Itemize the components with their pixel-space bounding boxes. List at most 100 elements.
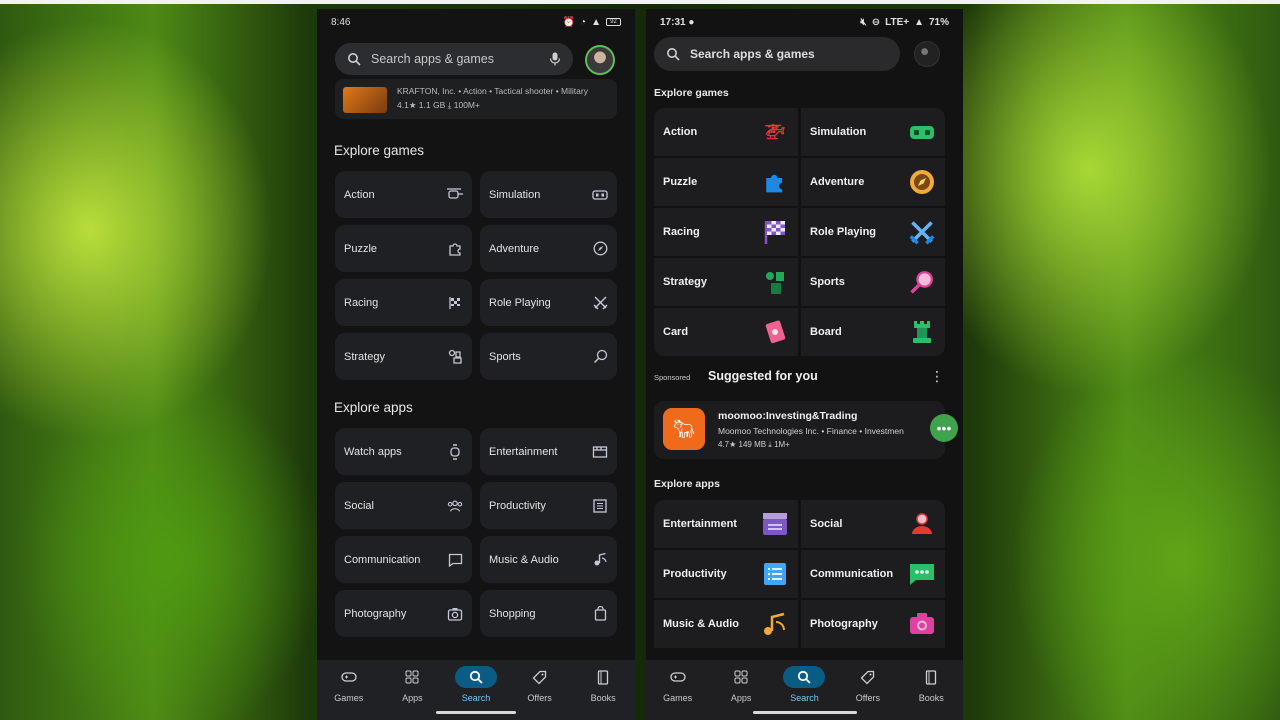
left-phone-screen: 8:46 ⏰ ◔ ▲ 92 Search apps & games KRAFTO… [317,9,635,720]
category-label: Role Playing [489,296,551,309]
more-button[interactable]: ••• [930,414,958,442]
nav-apps[interactable]: Apps [384,666,440,703]
avatar[interactable] [914,41,940,67]
nav-label: Books [918,693,944,703]
game-category-role-playing[interactable]: Role Playing [480,279,617,326]
app-category-watch-apps[interactable]: Watch apps [335,428,472,475]
game-category-racing[interactable]: Racing [654,208,798,256]
game-category-puzzle[interactable]: Puzzle [335,225,472,272]
game-category-strategy[interactable]: Strategy [335,333,472,380]
app-category-entertainment[interactable]: Entertainment [480,428,617,475]
app-category-entertainment[interactable]: Entertainment [654,500,798,548]
game-category-puzzle[interactable]: Puzzle [654,158,798,206]
game-category-simulation[interactable]: Simulation [801,108,945,156]
category-label: Action [344,188,375,201]
category-label: Music & Audio [663,618,739,630]
game-category-sports[interactable]: Sports [480,333,617,380]
chat-bubble-icon [447,552,463,568]
game-category-card[interactable]: Card [654,308,798,356]
suggested-app-meta: 4.7★ 149 MB ⤓ 1M+ [718,440,790,449]
game-category-sports[interactable]: Sports [801,258,945,306]
app-category-social[interactable]: Social [335,482,472,529]
nav-search[interactable]: Search [448,666,504,703]
mute-icon: 🔇︎ [860,16,867,28]
category-label: Entertainment [663,518,737,530]
book-icon [910,666,952,688]
app-category-communication[interactable]: Communication [801,550,945,598]
signal-icon: ▲ [914,16,924,28]
category-label: Puzzle [663,176,698,188]
home-indicator[interactable] [436,711,516,714]
home-indicator[interactable] [752,711,857,714]
game-category-action[interactable]: Action [335,171,472,218]
category-label: Photography [344,607,407,620]
app-category-social[interactable]: Social [801,500,945,548]
game-category-simulation[interactable]: Simulation [480,171,617,218]
category-label: Strategy [663,276,708,288]
status-time: 17:31 [660,16,686,28]
nav-games[interactable]: Games [650,666,706,703]
app-category-productivity[interactable]: Productivity [654,550,798,598]
clapperboard-icon [592,444,608,460]
nav-search[interactable]: Search [776,666,832,703]
category-label: Music & Audio [489,553,559,566]
search-placeholder: Search apps & games [371,52,494,66]
app-category-photography[interactable]: Photography [801,600,945,648]
helicopter-icon [447,187,463,203]
game-category-strategy[interactable]: Strategy [654,258,798,306]
game-category-adventure[interactable]: Adventure [801,158,945,206]
people-icon [447,498,463,514]
nav-books[interactable]: Books [903,666,959,703]
nav-games[interactable]: Games [321,666,377,703]
app-card[interactable]: KRAFTON, Inc. • Action • Tactical shoote… [335,79,617,119]
nav-label: Offers [855,693,881,703]
camera-icon [908,610,936,638]
tag-icon [519,666,561,688]
game-category-role-playing[interactable]: Role Playing [801,208,945,256]
category-label: Productivity [489,499,546,512]
microphone-icon[interactable] [549,52,561,66]
search-bar[interactable]: Search apps & games [335,43,573,75]
music-note-icon [761,610,789,638]
game-category-action[interactable]: Action 🚁︎ [654,108,798,156]
game-category-racing[interactable]: Racing [335,279,472,326]
nav-offers[interactable]: Offers [840,666,896,703]
suggested-app-card[interactable]: 🐂︎ moomoo:Investing&Trading Moomoo Techn… [654,401,945,459]
alarm-icon: ⏰ [562,16,576,28]
chess-piece-icon [761,268,789,296]
nav-books[interactable]: Books [575,666,631,703]
gamepad-icon [328,666,370,688]
app-category-productivity[interactable]: Productivity [480,482,617,529]
category-label: Adventure [489,242,540,255]
category-label: Communication [344,553,421,566]
category-label: Racing [663,226,700,238]
checklist-icon [761,560,789,588]
avatar[interactable] [585,45,615,75]
app-category-music-audio[interactable]: Music & Audio [480,536,617,583]
app-category-shopping[interactable]: Shopping [480,590,617,637]
app-category-music-audio[interactable]: Music & Audio [654,600,798,648]
nav-label: Games [334,693,364,703]
category-label: Photography [810,618,878,630]
moomoo-app-icon: 🐂︎ [663,408,705,450]
book-icon [582,666,624,688]
more-options-icon[interactable]: ⋮ [930,368,944,385]
category-label: Role Playing [810,226,877,238]
playing-card-icon [761,318,789,346]
search-bar[interactable]: Search apps & games [654,37,900,71]
game-category-board[interactable]: Board [801,308,945,356]
suggested-app-title: moomoo:Investing&Trading [718,410,858,422]
bottom-navigation: Games Apps Search Offers Books [317,660,635,720]
checkered-flag-icon [761,218,789,246]
tag-icon [847,666,889,688]
app-category-photography[interactable]: Photography [335,590,472,637]
nav-apps[interactable]: Apps [713,666,769,703]
game-category-adventure[interactable]: Adventure [480,225,617,272]
nav-offers[interactable]: Offers [512,666,568,703]
category-label: Puzzle [344,242,378,255]
status-bar: 17:31 ● 🔇︎ ⊖ LTE+ ▲ 71% [646,9,963,35]
crossed-swords-icon [592,295,608,311]
network-type: LTE+ [885,16,910,28]
app-notification-icon: ● [688,16,695,28]
app-category-communication[interactable]: Communication [335,536,472,583]
